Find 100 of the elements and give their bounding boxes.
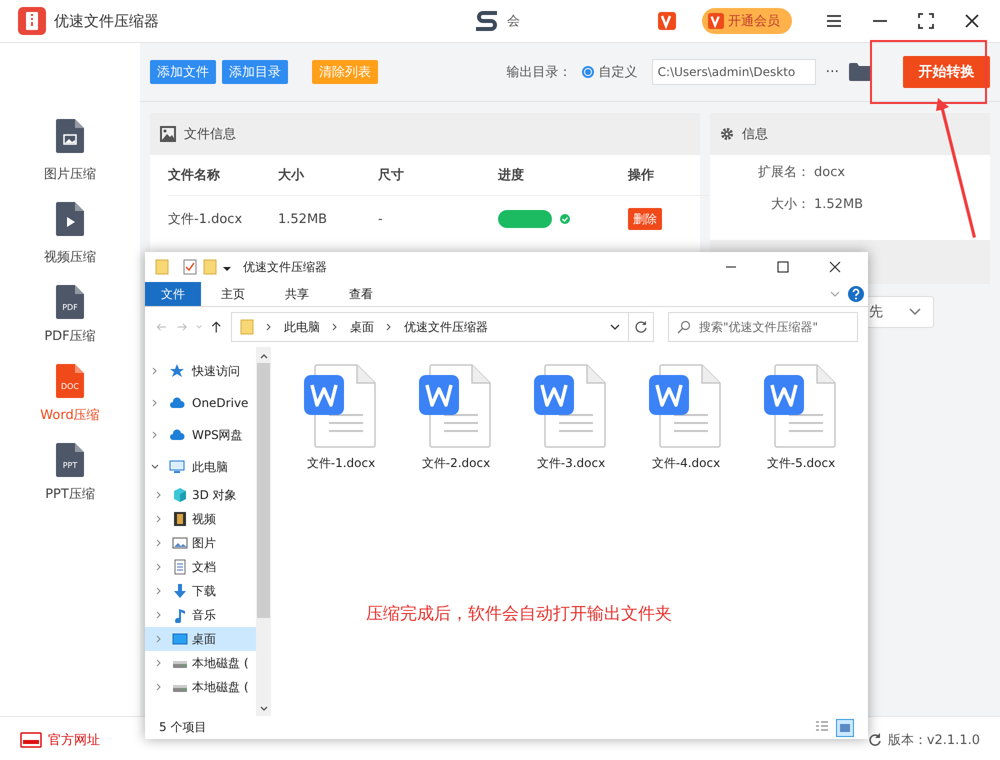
- field-label: 大小：: [770, 196, 810, 213]
- nav-tree-item[interactable]: 音乐: [145, 603, 256, 627]
- collapsed-chevron-icon[interactable]: [155, 611, 163, 619]
- scrollbar[interactable]: [256, 347, 271, 716]
- website-link[interactable]: 官方网址: [20, 730, 100, 748]
- folder-icon: [240, 319, 254, 335]
- collapsed-chevron-icon[interactable]: [151, 431, 159, 439]
- nav-tree-item[interactable]: 快速访问: [145, 355, 256, 387]
- column-header: 文件名称: [168, 155, 278, 196]
- search-field[interactable]: 搜索"优速文件压缩器": [668, 312, 858, 342]
- nav-tree-item[interactable]: WPS网盘: [145, 419, 256, 451]
- nav-tree-item[interactable]: 下载: [145, 579, 256, 603]
- maximize-icon[interactable]: [777, 261, 789, 273]
- scroll-down-icon[interactable]: [260, 706, 268, 712]
- refresh-icon: [868, 732, 882, 746]
- cloud-icon: [169, 427, 185, 443]
- collapsed-chevron-icon[interactable]: [155, 683, 163, 691]
- collapsed-chevron-icon[interactable]: [151, 367, 159, 375]
- collapsed-chevron-icon[interactable]: [155, 587, 163, 595]
- collapsed-chevron-icon[interactable]: [155, 563, 163, 571]
- file-item[interactable]: 文件-3.docx: [533, 363, 609, 472]
- film-icon: [172, 511, 188, 527]
- nav-tree-item[interactable]: 文档: [145, 555, 256, 579]
- file-item[interactable]: 文件-2.docx: [418, 363, 494, 472]
- start-button[interactable]: 开始转换: [903, 56, 990, 88]
- nav-tree-item[interactable]: OneDrive: [145, 387, 256, 419]
- fullscreen-icon[interactable]: [916, 11, 936, 31]
- ribbon-tab[interactable]: 主页: [201, 282, 265, 306]
- column-header: 大小: [278, 155, 378, 196]
- sidebar-item[interactable]: 视频压缩: [44, 202, 96, 266]
- file-type-label: PPT: [62, 461, 78, 471]
- collapsed-chevron-icon[interactable]: [155, 635, 163, 643]
- up-arrow-icon[interactable]: [210, 319, 223, 335]
- scroll-up-icon[interactable]: [260, 353, 268, 359]
- document-icon: [172, 559, 188, 575]
- window-title: 优速文件压缩器: [243, 258, 327, 276]
- large-icons-view-icon[interactable]: [836, 718, 854, 736]
- delete-button[interactable]: 删除: [628, 208, 662, 230]
- close-icon[interactable]: [829, 261, 841, 273]
- ribbon-tab[interactable]: 查看: [329, 282, 393, 306]
- cloud-icon: [169, 395, 185, 411]
- collapsed-chevron-icon[interactable]: [155, 515, 163, 523]
- sidebar-item[interactable]: 图片压缩: [44, 119, 96, 183]
- file-item[interactable]: 文件-5.docx: [763, 363, 839, 472]
- nav-tree-item[interactable]: 桌面: [145, 627, 256, 651]
- table-cell-text: 文件-1.docx: [168, 211, 244, 229]
- monitor-icon: [169, 459, 185, 475]
- vip-badge-icon[interactable]: [658, 12, 676, 30]
- collapsed-chevron-icon[interactable]: [155, 491, 163, 499]
- annotation-text: 压缩完成后，软件会自动打开输出文件夹: [366, 603, 672, 625]
- file-item[interactable]: 文件-4.docx: [648, 363, 724, 472]
- star-icon: [169, 363, 185, 379]
- search-icon: [676, 320, 691, 334]
- folder-icon[interactable]: [849, 63, 871, 81]
- column-header: 尺寸: [378, 155, 498, 196]
- radio-button[interactable]: 自定义: [582, 63, 638, 81]
- refresh-icon[interactable]: [634, 320, 648, 334]
- output-label: 输出目录：: [506, 64, 572, 81]
- nav-tree-item[interactable]: 图片: [145, 531, 256, 555]
- word-document-icon: [648, 363, 724, 449]
- collapsed-chevron-icon[interactable]: [155, 539, 163, 547]
- chevron-right-icon[interactable]: [266, 323, 272, 331]
- file-type-label: PDF: [61, 303, 79, 313]
- nav-tree-item[interactable]: 本地磁盘 (: [145, 675, 256, 699]
- sidebar-item[interactable]: PPT PPT压缩: [45, 443, 95, 503]
- address-bar[interactable]: 此电脑 桌面 优速文件压缩器: [230, 312, 629, 342]
- breadcrumb-item[interactable]: 桌面: [350, 318, 374, 336]
- expand-chevron-icon[interactable]: [830, 290, 840, 298]
- column-header: 进度: [498, 155, 628, 196]
- breadcrumb-item[interactable]: 此电脑: [284, 318, 320, 336]
- status-text: 5 个项目: [159, 719, 206, 736]
- file-type-label: DOC: [60, 382, 80, 392]
- nav-tree-item[interactable]: 3D 对象: [145, 483, 256, 507]
- dropdown[interactable]: 先: [868, 296, 934, 328]
- breadcrumb-item[interactable]: 优速文件压缩器: [404, 318, 488, 336]
- nav-tree-item[interactable]: 此电脑: [145, 451, 256, 483]
- field-label: 扩展名：: [757, 164, 810, 181]
- help-icon[interactable]: [848, 286, 864, 302]
- table-cell-text: 1.52MB: [278, 210, 328, 228]
- collapsed-chevron-icon[interactable]: [151, 399, 159, 407]
- more-button[interactable]: ···: [822, 64, 843, 80]
- checklist-icon[interactable]: [183, 259, 197, 275]
- collapsed-chevron-icon[interactable]: [155, 659, 163, 667]
- chevron-down-icon[interactable]: [610, 323, 620, 331]
- folder-icon: [155, 259, 169, 275]
- sidebar-item[interactable]: PDF PDF压缩: [44, 285, 96, 345]
- sidebar-item[interactable]: DOC Word压缩: [40, 364, 100, 424]
- version-text: 版本：v2.1.1.0: [868, 730, 980, 748]
- output-path-field[interactable]: C:\Users\admin\Deskto: [652, 59, 816, 85]
- ribbon-tab[interactable]: 文件: [145, 282, 201, 306]
- nav-tree-item[interactable]: 本地磁盘 (: [145, 651, 256, 675]
- ribbon-tab[interactable]: 共享: [265, 282, 329, 306]
- table-cell-text: -: [378, 210, 384, 228]
- field-value: 1.52MB: [813, 196, 864, 212]
- file-item[interactable]: 文件-1.docx: [303, 363, 379, 472]
- chevron-right-icon[interactable]: [386, 323, 392, 331]
- nav-tree-item[interactable]: 视频: [145, 507, 256, 531]
- down-arrow-icon: [172, 583, 188, 599]
- expanded-chevron-icon[interactable]: [151, 463, 159, 471]
- chevron-right-icon[interactable]: [332, 323, 338, 331]
